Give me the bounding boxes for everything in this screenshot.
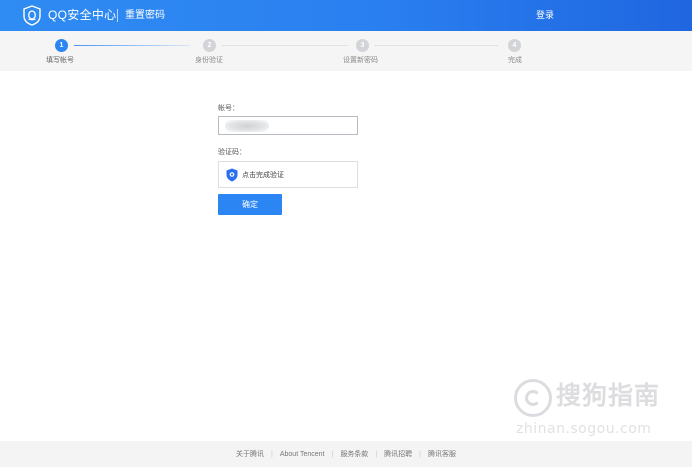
step-1-label: 填写帐号 <box>46 57 74 64</box>
step-2-indicator: 2 <box>203 39 216 52</box>
top-header: QQ安全中心 重置密码 登录 <box>0 0 692 31</box>
footer-link-terms[interactable]: 服务条款 <box>333 450 375 459</box>
footer-links: 关于腾讯 | About Tencent | 服务条款 | 腾讯招聘 | 腾讯客… <box>0 450 692 459</box>
header-divider <box>117 9 118 22</box>
watermark-url: zhinan.sogou.com <box>516 421 652 437</box>
sogou-watermark: 搜狗指南 zhinan.sogou.com <box>514 377 674 441</box>
footer-link-about[interactable]: 关于腾讯 <box>229 450 271 459</box>
captcha-verify-button[interactable]: 点击完成验证 <box>218 161 358 188</box>
step-connector-2 <box>222 45 348 46</box>
qq-shield-logo-icon[interactable] <box>22 5 42 26</box>
brand-name[interactable]: QQ安全中心 <box>48 8 116 23</box>
step-connector-1 <box>74 45 190 46</box>
step-3-indicator: 3 <box>356 39 369 52</box>
step-progress: 1 填写帐号 2 身份验证 3 设置新密码 4 完成 <box>0 31 692 71</box>
captcha-prompt: 点击完成验证 <box>242 172 284 179</box>
confirm-button[interactable]: 确定 <box>218 194 282 215</box>
sogou-logo-icon <box>514 379 552 417</box>
login-link[interactable]: 登录 <box>536 9 554 22</box>
captcha-label: 验证码： <box>218 149 246 156</box>
step-4-indicator: 4 <box>508 39 521 52</box>
masked-account-value <box>225 120 269 132</box>
watermark-text: 搜狗指南 <box>556 381 661 410</box>
footer-link-about-en[interactable]: About Tencent <box>273 450 332 459</box>
step-1-indicator: 1 <box>55 39 68 52</box>
page-footer: 关于腾讯 | About Tencent | 服务条款 | 腾讯招聘 | 腾讯客… <box>0 441 692 467</box>
step-4-label: 完成 <box>508 57 522 64</box>
shield-check-icon <box>226 168 238 182</box>
step-connector-3 <box>374 45 498 46</box>
sogou-logo-inner <box>525 390 541 406</box>
footer-link-support[interactable]: 腾讯客服 <box>421 450 463 459</box>
step-2-label: 身份验证 <box>195 57 223 64</box>
footer-link-careers[interactable]: 腾讯招聘 <box>377 450 419 459</box>
account-label: 帐号： <box>218 105 239 112</box>
step-3-label: 设置新密码 <box>343 57 378 64</box>
page-title: 重置密码 <box>125 10 165 21</box>
account-input[interactable] <box>218 116 358 135</box>
